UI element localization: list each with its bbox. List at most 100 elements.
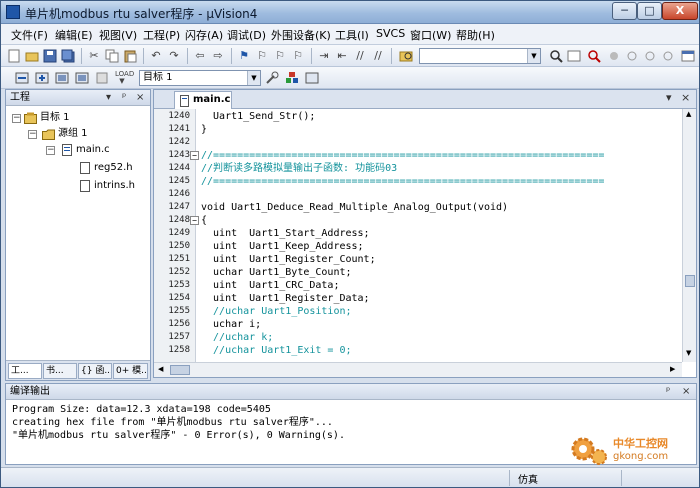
rebuild-icon[interactable] <box>55 71 69 85</box>
editor-close-button[interactable]: × <box>681 90 690 106</box>
prev-bookmark-icon[interactable]: ⚐ <box>255 49 269 63</box>
breakpoint-kill-icon[interactable] <box>643 49 657 63</box>
build-output-line: Program Size: data=12.3 xdata=198 code=5… <box>12 404 271 415</box>
next-bookmark-icon[interactable]: ⚐ <box>273 49 287 63</box>
scroll-down-icon[interactable]: ▼ <box>686 349 691 357</box>
target-options-icon[interactable] <box>265 71 279 85</box>
line-number: 1257 <box>168 332 190 342</box>
navigate-back-icon[interactable]: ⇦ <box>193 49 207 63</box>
save-all-icon[interactable] <box>61 49 75 63</box>
scroll-up-icon[interactable]: ▲ <box>686 110 691 118</box>
open-folder-icon[interactable] <box>25 49 39 63</box>
menu-debug[interactable]: 调试(D) <box>227 27 266 43</box>
menu-help[interactable]: 帮助(H) <box>456 27 495 43</box>
bookmark-icon[interactable]: ⚑ <box>237 49 251 63</box>
code-line: uint Uart1_Register_Data; <box>201 293 370 304</box>
translate-icon[interactable] <box>15 71 29 85</box>
copy-icon[interactable] <box>105 49 119 63</box>
menu-window[interactable]: 窗口(W) <box>410 27 451 43</box>
tab-project[interactable]: 工... <box>8 363 42 379</box>
tree-item-group[interactable]: 源组 1 <box>58 127 88 141</box>
expand-toggle-target[interactable]: − <box>12 114 21 123</box>
menu-tools[interactable]: 工具(I) <box>335 27 369 43</box>
download-icon[interactable]: LOAD ▼ <box>115 71 134 85</box>
chevron-down-icon[interactable]: ▼ <box>527 49 540 63</box>
code-view[interactable]: 1240 1241 1242 1243 1244 1245 1246 1247 1248 1249… <box>154 109 682 362</box>
maximize-button[interactable]: □ <box>637 2 662 20</box>
horizontal-scrollbar[interactable]: ◀ ▶ <box>154 362 682 377</box>
unindent-icon[interactable]: ⇤ <box>335 49 349 63</box>
scroll-right-icon[interactable]: ▶ <box>670 365 675 373</box>
uncomment-icon[interactable]: // <box>371 49 385 63</box>
build-icon[interactable] <box>35 71 49 85</box>
pane-close-button[interactable]: × <box>136 90 144 106</box>
find-icon[interactable] <box>549 49 563 63</box>
target-select[interactable]: 目标 1 ▼ <box>139 70 261 86</box>
code-line: uint Uart1_Start_Address; <box>201 228 370 239</box>
menu-peripherals[interactable]: 外围设备(K) <box>271 27 331 43</box>
stop-build-icon[interactable] <box>95 71 109 85</box>
build-output-line: creating hex file from "单片机modbus rtu sa… <box>12 417 333 428</box>
tab-functions[interactable]: {} 函... <box>78 363 112 379</box>
breakpoint-clear-icon[interactable] <box>661 49 675 63</box>
breakpoint-icon[interactable] <box>607 49 621 63</box>
pin-icon[interactable]: ᵖ <box>122 90 126 106</box>
window-settings-icon[interactable] <box>681 49 695 63</box>
line-number: 1250 <box>168 241 190 251</box>
tree-item-reg52-h[interactable]: reg52.h <box>94 161 133 175</box>
tree-item-target[interactable]: 目标 1 <box>40 111 70 125</box>
indent-icon[interactable]: ⇥ <box>317 49 331 63</box>
menu-svcs[interactable]: SVCS <box>376 27 405 40</box>
navigate-forward-icon[interactable]: ⇨ <box>211 49 225 63</box>
title-bar[interactable]: 单片机modbus rtu salver程序 - µVision4 ─ □ X <box>1 1 699 24</box>
breakpoint-disable-icon[interactable] <box>625 49 639 63</box>
line-number: 1253 <box>168 280 190 290</box>
line-number: 1252 <box>168 267 190 277</box>
horizontal-scroll-thumb[interactable] <box>170 365 190 375</box>
vertical-scroll-thumb[interactable] <box>685 275 695 287</box>
tree-item-intrins-h[interactable]: intrins.h <box>94 179 135 193</box>
new-file-icon[interactable] <box>7 49 21 63</box>
menu-edit[interactable]: 编辑(E) <box>55 27 93 43</box>
scroll-left-icon[interactable]: ◀ <box>158 365 163 373</box>
expand-toggle-file[interactable]: − <box>46 146 55 155</box>
books-window-icon[interactable] <box>305 71 319 85</box>
tab-templates[interactable]: 0+ 模... <box>113 363 148 379</box>
fold-toggle-icon[interactable]: − <box>190 151 199 160</box>
manage-components-icon[interactable] <box>285 71 299 85</box>
vertical-scrollbar[interactable]: ▲ ▼ <box>682 109 696 362</box>
incremental-find-icon[interactable] <box>567 49 581 63</box>
menu-flash[interactable]: 闪存(A) <box>185 27 223 43</box>
minimize-button[interactable]: ─ <box>612 2 637 20</box>
code-line: //uchar k; <box>201 332 274 343</box>
paste-icon[interactable] <box>123 49 137 63</box>
clear-bookmarks-icon[interactable]: ⚐ <box>291 49 305 63</box>
main-window: 单片机modbus rtu salver程序 - µVision4 ─ □ X … <box>0 0 700 488</box>
editor-tab-dropdown[interactable]: ▾ <box>666 90 672 106</box>
find-in-files-icon[interactable] <box>399 49 413 63</box>
line-number: 1242 <box>168 137 190 147</box>
tab-main-c[interactable]: main.c <box>174 91 232 109</box>
line-number: 1249 <box>168 228 190 238</box>
close-button[interactable]: X <box>662 2 698 20</box>
menu-view[interactable]: 视图(V) <box>99 27 137 43</box>
tree-item-main-c[interactable]: main.c <box>76 143 110 157</box>
redo-icon[interactable]: ↷ <box>167 49 181 63</box>
expand-toggle-group[interactable]: − <box>28 130 37 139</box>
build-output-close-button[interactable]: × <box>682 384 690 400</box>
save-icon[interactable] <box>43 49 57 63</box>
comment-icon[interactable]: // <box>353 49 367 63</box>
chevron-down-icon[interactable]: ▼ <box>247 71 260 85</box>
cut-icon[interactable]: ✂ <box>87 49 101 63</box>
build-output-line: "单片机modbus rtu salver程序" - 0 Error(s), 0… <box>12 430 345 441</box>
menu-file[interactable]: 文件(F) <box>11 27 48 43</box>
fold-toggle-icon[interactable]: − <box>190 216 199 225</box>
find-combo[interactable]: ▼ <box>419 48 541 64</box>
menu-project[interactable]: 工程(P) <box>143 27 180 43</box>
batch-build-icon[interactable] <box>75 71 89 85</box>
debug-session-icon[interactable] <box>587 49 601 63</box>
tab-books[interactable]: 书... <box>43 363 77 379</box>
pane-menu-button[interactable]: ▾ <box>106 90 111 106</box>
undo-icon[interactable]: ↶ <box>149 49 163 63</box>
pin-icon[interactable]: ᵖ <box>666 384 670 400</box>
